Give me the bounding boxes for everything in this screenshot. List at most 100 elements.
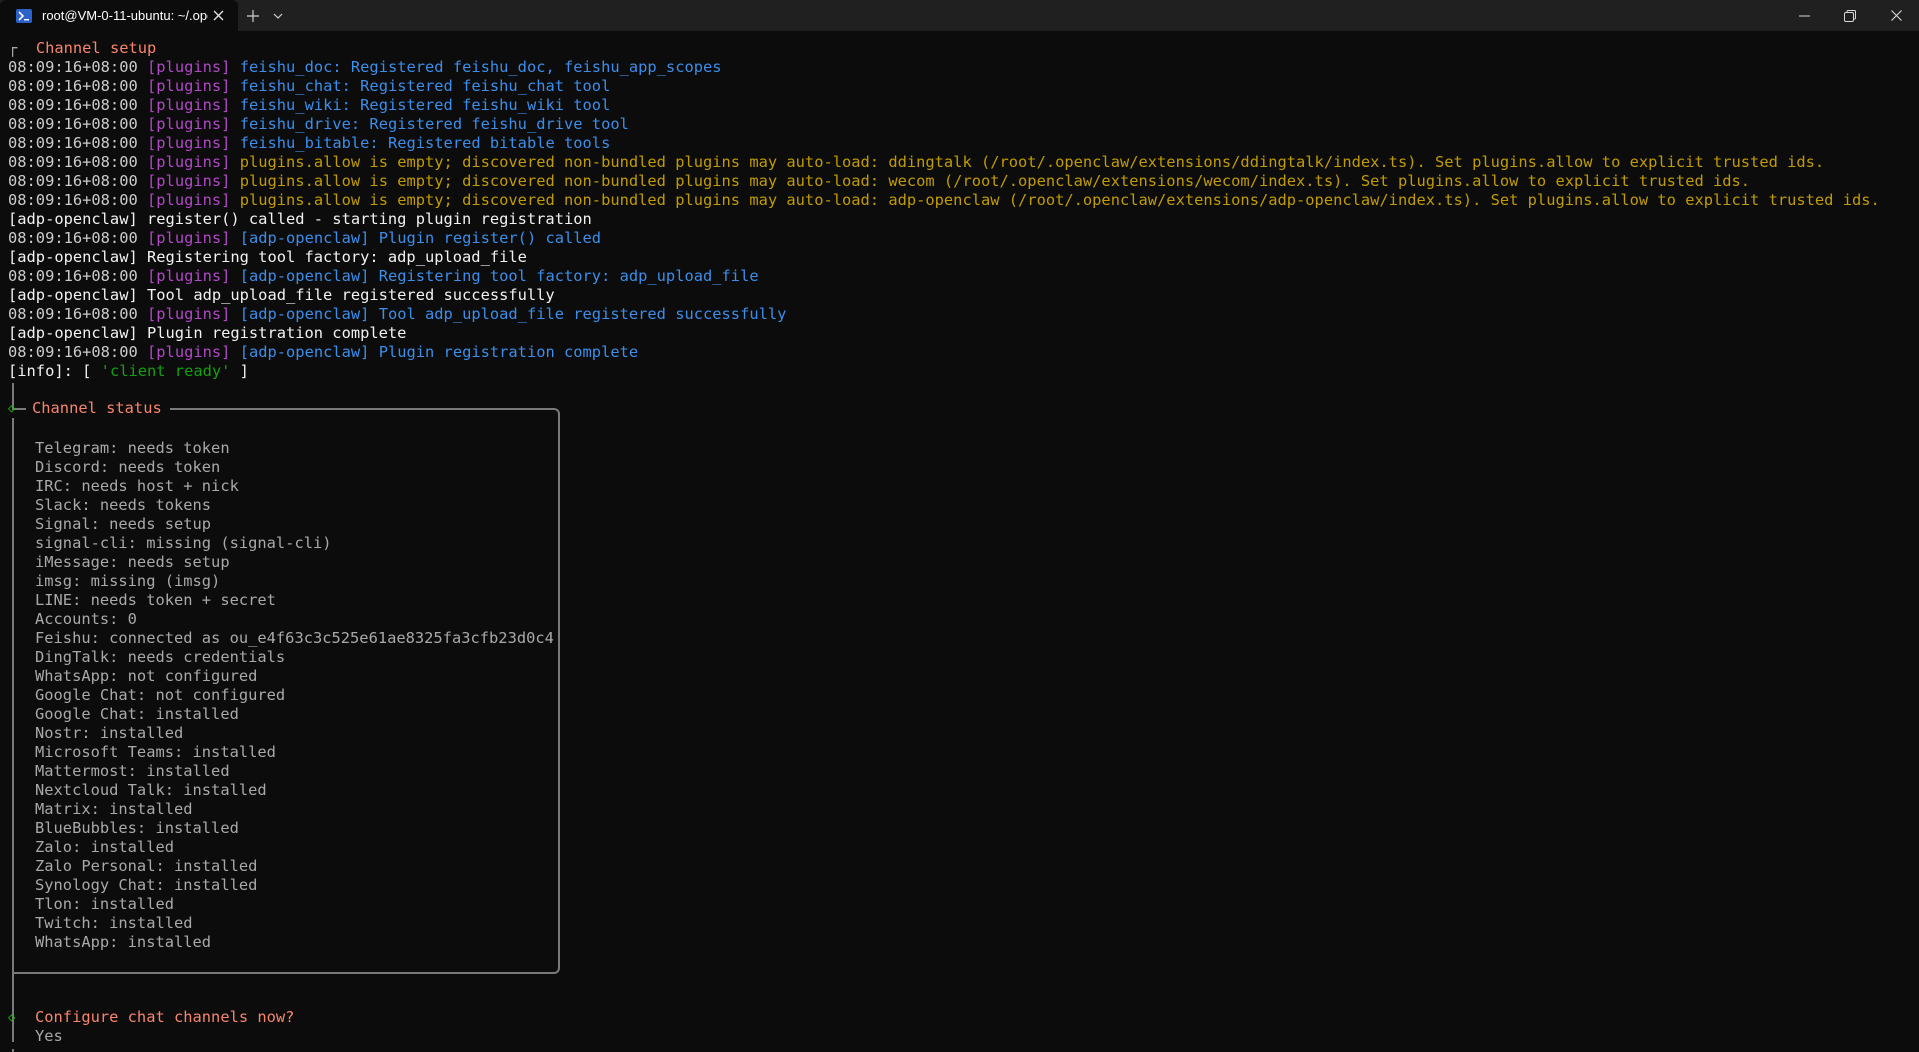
channel-status-list: Telegram: needs token Discord: needs tok…	[35, 439, 554, 952]
log-line: 08:09:16+08:00 [plugins] feishu_bitable:…	[8, 134, 610, 153]
log-message: feishu_drive: Registered feishu_drive to…	[239, 115, 629, 133]
log-timestamp: 08:09:16+08:00	[8, 267, 138, 285]
list-item: Tlon: installed	[35, 895, 174, 913]
log-line: 08:09:16+08:00 [plugins] [adp-openclaw] …	[8, 343, 638, 362]
log-message: [adp-openclaw] Tool adp_upload_file regi…	[239, 305, 787, 323]
log-message: [adp-openclaw] register() called - start…	[8, 210, 592, 228]
log-timestamp: 08:09:16+08:00	[8, 134, 138, 152]
log-tag: [plugins]	[147, 134, 231, 152]
list-item: WhatsApp: not configured	[35, 667, 258, 685]
diamond-icon: ◇	[8, 1010, 16, 1024]
log-timestamp: 08:09:16+08:00	[8, 115, 138, 133]
log-line: 08:09:16+08:00 [plugins] plugins.allow i…	[8, 172, 1750, 191]
list-item: BlueBubbles: installed	[35, 819, 239, 837]
info-value: 'client ready'	[100, 362, 231, 380]
log-line: [adp-openclaw] Plugin registration compl…	[8, 324, 406, 343]
log-line: 08:09:16+08:00 [plugins] [adp-openclaw] …	[8, 305, 786, 324]
terminal-output[interactable]: ┌ Channel setup 08:09:16+08:00 [plugins]…	[0, 31, 1919, 1052]
list-item: iMessage: needs setup	[35, 553, 230, 571]
log-tag: [plugins]	[147, 305, 231, 323]
list-item: Discord: needs token	[35, 458, 221, 476]
log-message: [adp-openclaw] Registering tool factory:…	[239, 267, 759, 285]
minimize-icon[interactable]	[1781, 0, 1827, 31]
list-item: Signal: needs setup	[35, 515, 212, 533]
prompt-answer[interactable]: Yes	[35, 1027, 63, 1046]
log-tag: [plugins]	[147, 267, 231, 285]
prompt-answer-text: Yes	[35, 1027, 63, 1045]
list-item: IRC: needs host + nick	[35, 477, 239, 495]
window-close-icon[interactable]	[1873, 0, 1919, 31]
log-timestamp: 08:09:16+08:00	[8, 153, 138, 171]
log-message: plugins.allow is empty; discovered non-b…	[239, 172, 1751, 190]
list-item: Nostr: installed	[35, 724, 184, 742]
list-item: Twitch: installed	[35, 914, 193, 932]
log-tag: [plugins]	[147, 172, 231, 190]
log-message: feishu_doc: Registered feishu_doc, feish…	[239, 58, 722, 76]
powershell-terminal-icon	[16, 8, 32, 23]
log-line: 08:09:16+08:00 [plugins] feishu_wiki: Re…	[8, 96, 610, 115]
log-tag: [plugins]	[147, 191, 231, 209]
log-tag: [plugins]	[147, 153, 231, 171]
info-line: [info]: [ 'client ready' ]	[8, 362, 249, 381]
list-item: Nextcloud Talk: installed	[35, 781, 267, 799]
list-item: Feishu: connected as ou_e4f63c3c525e61ae…	[35, 629, 554, 647]
list-item: imsg: missing (imsg)	[35, 572, 221, 590]
list-item: Mattermost: installed	[35, 762, 230, 780]
log-line: 08:09:16+08:00 [plugins] feishu_chat: Re…	[8, 77, 610, 96]
log-line: 08:09:16+08:00 [plugins] [adp-openclaw] …	[8, 229, 601, 248]
restore-icon[interactable]	[1827, 0, 1873, 31]
log-timestamp: 08:09:16+08:00	[8, 343, 138, 361]
log-line: [adp-openclaw] register() called - start…	[8, 210, 592, 229]
list-item: Slack: needs tokens	[35, 496, 212, 514]
log-line: 08:09:16+08:00 [plugins] feishu_doc: Reg…	[8, 58, 722, 77]
chevron-down-icon[interactable]	[268, 0, 288, 31]
log-message: [adp-openclaw] Tool adp_upload_file regi…	[8, 286, 555, 304]
list-item: Synology Chat: installed	[35, 876, 258, 894]
log-tag: [plugins]	[147, 58, 231, 76]
log-message: [adp-openclaw] Plugin registration compl…	[8, 324, 407, 342]
log-timestamp: 08:09:16+08:00	[8, 229, 138, 247]
log-message: feishu_wiki: Registered feishu_wiki tool	[239, 96, 611, 114]
log-line: 08:09:16+08:00 [plugins] plugins.allow i…	[8, 153, 1824, 172]
tab-title: root@VM-0-11-ubuntu: ~/.ope	[42, 8, 208, 23]
tab-active[interactable]: root@VM-0-11-ubuntu: ~/.ope	[0, 0, 238, 31]
list-item: Zalo Personal: installed	[35, 857, 258, 875]
terminal-window: root@VM-0-11-ubuntu: ~/.ope ┌ Channel se…	[0, 0, 1919, 1052]
new-tab-button[interactable]	[238, 0, 268, 31]
list-item: WhatsApp: installed	[35, 933, 212, 951]
log-timestamp: 08:09:16+08:00	[8, 305, 138, 323]
log-timestamp: 08:09:16+08:00	[8, 172, 138, 190]
list-item: Microsoft Teams: installed	[35, 743, 276, 761]
log-line: 08:09:16+08:00 [plugins] plugins.allow i…	[8, 191, 1880, 210]
log-timestamp: 08:09:16+08:00	[8, 77, 138, 95]
log-tag: [plugins]	[147, 343, 231, 361]
log-line: [adp-openclaw] Registering tool factory:…	[8, 248, 527, 267]
log-tag: [plugins]	[147, 115, 231, 133]
list-item: LINE: needs token + secret	[35, 591, 276, 609]
channel-status-title: Channel status	[26, 399, 170, 418]
log-line: 08:09:16+08:00 [plugins] feishu_drive: R…	[8, 115, 629, 134]
list-item: signal-cli: missing (signal-cli)	[35, 534, 332, 552]
list-item: Telegram: needs token	[35, 439, 230, 457]
list-item: Zalo: installed	[35, 838, 174, 856]
channel-status-title-text: Channel status	[32, 399, 162, 417]
log-line: 08:09:16+08:00 [plugins] [adp-openclaw] …	[8, 267, 759, 286]
title-bar: root@VM-0-11-ubuntu: ~/.ope	[0, 0, 1919, 31]
log-message: [adp-openclaw] Plugin registration compl…	[239, 343, 639, 361]
log-message: plugins.allow is empty; discovered non-b…	[239, 153, 1825, 171]
window-controls	[1781, 0, 1919, 31]
log-tag: [plugins]	[147, 77, 231, 95]
list-item: Google Chat: not configured	[35, 686, 286, 704]
prompt-question-text: Configure chat channels now?	[35, 1008, 295, 1026]
setup-header: ┌ Channel setup	[8, 39, 156, 58]
list-item: Google Chat: installed	[35, 705, 239, 723]
log-message: [adp-openclaw] Plugin register() called	[239, 229, 602, 247]
log-timestamp: 08:09:16+08:00	[8, 96, 138, 114]
log-tag: [plugins]	[147, 229, 231, 247]
list-item: Accounts: 0	[35, 610, 137, 628]
log-message: feishu_chat: Registered feishu_chat tool	[239, 77, 611, 95]
close-icon[interactable]	[208, 6, 228, 26]
list-item: DingTalk: needs credentials	[35, 648, 286, 666]
log-tag: [plugins]	[147, 96, 231, 114]
list-item: Matrix: installed	[35, 800, 193, 818]
